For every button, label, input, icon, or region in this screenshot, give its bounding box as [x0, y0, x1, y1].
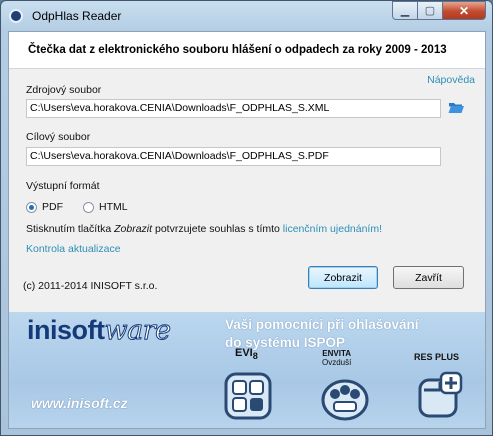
window-title: OdpHlas Reader: [32, 9, 122, 23]
minimize-button[interactable]: ▁: [392, 1, 418, 20]
help-link[interactable]: Nápověda: [427, 74, 475, 86]
copyright-text: (c) 2011-2014 INISOFT s.r.o.: [23, 280, 158, 292]
product-evi-name: EVI: [235, 347, 253, 359]
maximize-button[interactable]: ▢: [417, 1, 443, 20]
resplus-product-icon[interactable]: [414, 370, 466, 422]
target-file-label: Cílový soubor: [26, 131, 91, 143]
consent-prefix: Stisknutím tlačítka: [26, 223, 115, 235]
close-button[interactable]: Zavřít: [393, 266, 464, 289]
license-link[interactable]: licenčním ujednáním!: [283, 223, 382, 235]
consent-button-ref: Zobrazit: [114, 223, 153, 235]
app-icon[interactable]: [9, 9, 23, 23]
logo-ware: ware: [104, 315, 172, 347]
output-format-label: Výstupní formát: [26, 180, 100, 192]
update-check-link[interactable]: Kontrola aktualizace: [26, 243, 121, 255]
maximize-icon: ▢: [424, 5, 436, 17]
inisoft-banner[interactable]: inisoftware Vaši pomocníci při ohlašován…: [9, 312, 485, 428]
consent-middle: potvrzujete souhlas s tímto: [152, 223, 283, 235]
product-evi-version: 8: [252, 351, 258, 362]
inisoftware-logo: inisoftware: [27, 315, 172, 347]
show-button[interactable]: Zobrazit: [308, 266, 378, 289]
title-bar[interactable]: OdpHlas Reader ▁ ▢ ✕: [1, 1, 492, 31]
format-html-label[interactable]: HTML: [99, 201, 128, 213]
product-envita-label: ENVITA Ovzduší: [322, 349, 351, 367]
product-envita-name: ENVITA: [322, 349, 352, 358]
evi-product-icon[interactable]: [222, 370, 274, 422]
envita-product-icon[interactable]: [319, 370, 371, 422]
minimize-icon: ▁: [400, 5, 410, 17]
product-envita-sub: Ovzduší: [322, 358, 352, 367]
target-file-input[interactable]: C:\Users\eva.horakova.CENIA\Downloads\F_…: [26, 147, 441, 166]
source-file-input[interactable]: C:\Users\eva.horakova.CENIA\Downloads\F_…: [26, 99, 441, 118]
format-pdf-label[interactable]: PDF: [42, 201, 63, 213]
format-html-radio[interactable]: [83, 202, 94, 213]
tagline-line-1: Vaši pomocníci při ohlašování: [225, 317, 419, 332]
product-evi-label: EVI8: [235, 347, 258, 361]
app-window: OdpHlas Reader ▁ ▢ ✕ Čtečka dat z elektr…: [0, 0, 493, 436]
close-window-button[interactable]: ✕: [442, 1, 486, 20]
source-file-label: Zdrojový soubor: [26, 84, 102, 96]
header-title: Čtečka dat z elektronického souboru hláš…: [28, 44, 447, 56]
website-link[interactable]: www.inisoft.cz: [31, 395, 128, 411]
header-band: Čtečka dat z elektronického souboru hláš…: [9, 32, 485, 69]
folder-open-icon[interactable]: [448, 101, 464, 114]
consent-text: Stisknutím tlačítka Zobrazit potvrzujete…: [26, 223, 382, 235]
dialog-body: Čtečka dat z elektronického souboru hláš…: [8, 31, 486, 429]
logo-inisoft: inisoft: [27, 315, 105, 345]
format-pdf-radio[interactable]: [26, 202, 37, 213]
caption-buttons: ▁ ▢ ✕: [392, 1, 486, 20]
close-icon: ✕: [458, 3, 470, 18]
product-resplus-label: RES PLUS: [414, 352, 460, 362]
